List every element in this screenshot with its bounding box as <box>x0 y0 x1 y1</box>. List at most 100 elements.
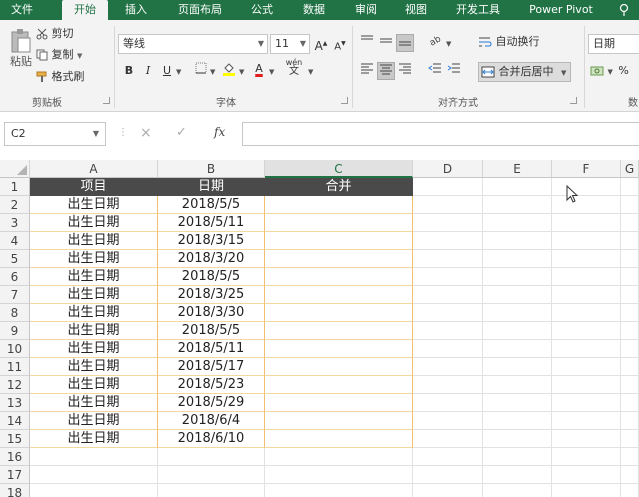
row-header[interactable]: 9 <box>0 322 30 340</box>
empty-cell[interactable] <box>621 466 639 484</box>
empty-cell[interactable] <box>552 304 621 322</box>
empty-cell[interactable] <box>621 268 639 286</box>
table-cell[interactable] <box>265 358 413 376</box>
empty-cell[interactable] <box>621 304 639 322</box>
column-header-d[interactable]: D <box>413 160 483 178</box>
empty-cell[interactable] <box>413 448 483 466</box>
row-header[interactable]: 5 <box>0 250 30 268</box>
row-header[interactable]: 17 <box>0 466 30 484</box>
paste-button[interactable]: 粘贴 <box>6 28 36 88</box>
empty-cell[interactable] <box>552 448 621 466</box>
table-cell[interactable]: 2018/6/10 <box>158 430 265 448</box>
table-header-cell[interactable]: 合并 <box>265 178 413 196</box>
table-cell[interactable]: 2018/5/5 <box>158 322 265 340</box>
row-header[interactable]: 4 <box>0 232 30 250</box>
empty-cell[interactable] <box>483 466 552 484</box>
table-cell[interactable]: 2018/5/17 <box>158 358 265 376</box>
align-middle-button[interactable] <box>377 34 395 52</box>
row-header[interactable]: 3 <box>0 214 30 232</box>
table-cell[interactable]: 出生日期 <box>30 322 158 340</box>
column-header-a[interactable]: A <box>30 160 158 178</box>
table-cell[interactable]: 2018/3/15 <box>158 232 265 250</box>
tab-file[interactable]: 文件 <box>0 0 44 20</box>
decrease-indent-button[interactable] <box>426 62 444 80</box>
bold-button[interactable]: B <box>120 62 138 80</box>
row-header[interactable]: 16 <box>0 448 30 466</box>
empty-cell[interactable] <box>552 358 621 376</box>
empty-cell[interactable] <box>30 466 158 484</box>
empty-cell[interactable] <box>621 322 639 340</box>
empty-cell[interactable] <box>483 304 552 322</box>
empty-cell[interactable] <box>483 430 552 448</box>
empty-cell[interactable] <box>621 178 639 196</box>
underline-button[interactable]: U <box>158 62 176 80</box>
empty-cell[interactable] <box>552 322 621 340</box>
empty-cell[interactable] <box>413 394 483 412</box>
empty-cell[interactable] <box>552 376 621 394</box>
table-cell[interactable] <box>265 430 413 448</box>
cut-button[interactable]: 剪切 <box>36 26 74 42</box>
empty-cell[interactable] <box>483 358 552 376</box>
table-cell[interactable] <box>265 286 413 304</box>
empty-cell[interactable] <box>621 340 639 358</box>
tab-page-layout[interactable]: 页面布局 <box>168 0 232 20</box>
tab-home[interactable]: 开始 <box>62 0 108 20</box>
copy-button[interactable]: 复制 ▼ <box>36 47 82 64</box>
empty-cell[interactable] <box>483 268 552 286</box>
chevron-down-icon[interactable]: ▼ <box>446 40 451 48</box>
empty-cell[interactable] <box>30 448 158 466</box>
chevron-down-icon[interactable]: ▼ <box>308 68 313 76</box>
empty-cell[interactable] <box>552 340 621 358</box>
empty-cell[interactable] <box>265 466 413 484</box>
column-header-f[interactable]: F <box>552 160 621 178</box>
phonetic-button[interactable]: wén 文 <box>282 58 306 77</box>
empty-cell[interactable] <box>413 304 483 322</box>
empty-cell[interactable] <box>621 250 639 268</box>
empty-cell[interactable] <box>30 484 158 497</box>
percent-button[interactable]: % <box>618 64 628 77</box>
row-header[interactable]: 8 <box>0 304 30 322</box>
table-cell[interactable]: 2018/3/30 <box>158 304 265 322</box>
row-header[interactable]: 6 <box>0 268 30 286</box>
name-box[interactable]: C2 ▼ <box>4 122 106 146</box>
empty-cell[interactable] <box>552 430 621 448</box>
empty-cell[interactable] <box>621 430 639 448</box>
table-cell[interactable]: 出生日期 <box>30 232 158 250</box>
empty-cell[interactable] <box>413 250 483 268</box>
empty-cell[interactable] <box>621 484 639 497</box>
empty-cell[interactable] <box>413 430 483 448</box>
row-header[interactable]: 11 <box>0 358 30 376</box>
tab-review[interactable]: 审阅 <box>344 0 388 20</box>
table-cell[interactable]: 2018/6/4 <box>158 412 265 430</box>
column-header-e[interactable]: E <box>483 160 552 178</box>
empty-cell[interactable] <box>552 250 621 268</box>
empty-cell[interactable] <box>483 376 552 394</box>
table-cell[interactable]: 2018/5/5 <box>158 196 265 214</box>
empty-cell[interactable] <box>483 196 552 214</box>
cancel-icon[interactable]: × <box>140 125 152 141</box>
grow-font-button[interactable]: A▲ <box>312 35 330 53</box>
empty-cell[interactable] <box>413 322 483 340</box>
empty-cell[interactable] <box>413 376 483 394</box>
empty-cell[interactable] <box>483 214 552 232</box>
empty-cell[interactable] <box>483 322 552 340</box>
row-header[interactable]: 1 <box>0 178 30 196</box>
empty-cell[interactable] <box>413 340 483 358</box>
enter-icon[interactable]: ✓ <box>176 125 187 140</box>
empty-cell[interactable] <box>483 250 552 268</box>
empty-cell[interactable] <box>413 286 483 304</box>
table-cell[interactable]: 出生日期 <box>30 286 158 304</box>
table-cell[interactable]: 出生日期 <box>30 196 158 214</box>
italic-button[interactable]: I <box>139 62 157 80</box>
table-cell[interactable]: 出生日期 <box>30 250 158 268</box>
empty-cell[interactable] <box>552 412 621 430</box>
table-header-cell[interactable]: 项目 <box>30 178 158 196</box>
tab-insert[interactable]: 插入 <box>114 0 158 20</box>
empty-cell[interactable] <box>483 178 552 196</box>
align-left-button[interactable] <box>358 62 376 80</box>
table-cell[interactable] <box>265 268 413 286</box>
chevron-down-icon[interactable]: ▼ <box>176 68 181 76</box>
table-cell[interactable]: 出生日期 <box>30 268 158 286</box>
empty-cell[interactable] <box>483 340 552 358</box>
empty-cell[interactable] <box>413 268 483 286</box>
